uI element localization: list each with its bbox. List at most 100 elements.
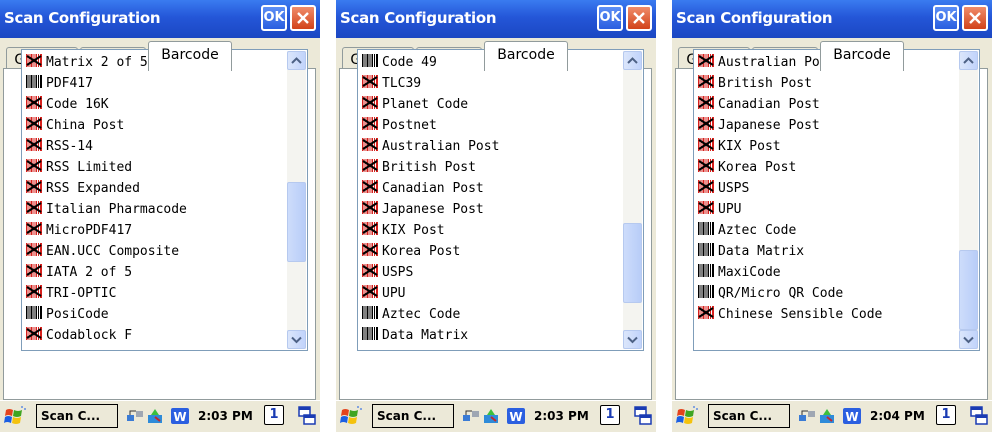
list-item[interactable]: Italian Pharmacode [25, 199, 283, 220]
window-switch-icon[interactable] [634, 406, 652, 430]
scroll-thumb[interactable] [959, 250, 978, 330]
input-panel-button[interactable]: 1 [936, 405, 956, 425]
windows-flag-icon [340, 406, 362, 424]
list-item[interactable]: RSS Expanded [25, 178, 283, 199]
vertical-scrollbar[interactable] [959, 51, 978, 349]
list-item[interactable]: Korea Post [361, 241, 619, 262]
scroll-up-button[interactable] [287, 51, 306, 70]
barcode-disabled-icon [361, 96, 382, 112]
start-button[interactable] [338, 405, 368, 429]
list-item[interactable]: Canadian Post [697, 94, 955, 115]
tab-barcode[interactable]: Barcode [820, 41, 904, 71]
vertical-scrollbar[interactable] [623, 51, 642, 349]
list-item[interactable]: MicroPDF417 [25, 220, 283, 241]
list-item[interactable]: Postnet [361, 115, 619, 136]
scroll-down-button[interactable] [623, 330, 642, 349]
close-button[interactable] [290, 5, 316, 31]
list-item-label: KIX Post [382, 223, 445, 238]
scroll-down-button[interactable] [959, 330, 978, 349]
window-switch-icon[interactable] [970, 406, 988, 430]
close-button[interactable] [626, 5, 652, 31]
list-item[interactable]: USPS [697, 178, 955, 199]
ok-button[interactable]: OK [933, 5, 959, 31]
list-item[interactable]: Codablock F [25, 325, 283, 346]
list-item[interactable]: RSS-14 [25, 136, 283, 157]
start-button[interactable] [674, 405, 704, 429]
scroll-up-button[interactable] [623, 51, 642, 70]
ok-button[interactable]: OK [597, 5, 623, 31]
barcode-enabled-icon [25, 306, 46, 322]
list-item[interactable]: Japanese Post [697, 115, 955, 136]
list-item[interactable]: Canadian Post [361, 178, 619, 199]
taskbar-app-button[interactable]: Scan C... [36, 404, 118, 428]
list-item[interactable]: Aztec Code [697, 220, 955, 241]
tab-barcode[interactable]: Barcode [484, 41, 568, 71]
list-item[interactable]: EAN.UCC Composite [25, 241, 283, 262]
barcode-list[interactable]: Australian Post British Post Canadian Post… [693, 49, 980, 351]
clock[interactable]: 2:03 PM [198, 409, 253, 423]
input-panel-button[interactable]: 1 [600, 405, 620, 425]
list-item[interactable]: UPU [361, 283, 619, 304]
list-item[interactable]: IATA 2 of 5 [25, 262, 283, 283]
list-item-label: EAN.UCC Composite [46, 244, 180, 259]
list-item[interactable]: Planet Code [361, 94, 619, 115]
clock[interactable]: 2:04 PM [870, 409, 925, 423]
word-icon[interactable]: W [170, 407, 190, 429]
list-item-label: Postnet [382, 118, 437, 133]
list-item[interactable]: Japanese Post [361, 199, 619, 220]
list-item[interactable]: TLC39 [361, 73, 619, 94]
sync-icon[interactable] [146, 407, 166, 429]
list-item[interactable]: Korea Post [697, 157, 955, 178]
list-item[interactable]: QR/Micro QR Code [697, 283, 955, 304]
word-icon[interactable]: W [506, 407, 526, 429]
list-item[interactable]: British Post [361, 157, 619, 178]
list-item[interactable]: UPU [697, 199, 955, 220]
list-item[interactable]: MaxiCode [697, 262, 955, 283]
barcode-disabled-icon [361, 243, 382, 259]
list-item[interactable]: USPS [361, 262, 619, 283]
network-icon[interactable] [462, 407, 480, 429]
list-item[interactable]: PosiCode [25, 304, 283, 325]
close-button[interactable] [962, 5, 988, 31]
clock[interactable]: 2:03 PM [534, 409, 589, 423]
list-item[interactable]: Chinese Sensible Code [697, 304, 955, 325]
scroll-thumb[interactable] [623, 223, 642, 303]
list-item[interactable]: KIX Post [697, 136, 955, 157]
network-icon[interactable] [126, 407, 144, 429]
taskbar-app-button[interactable]: Scan C... [372, 404, 454, 428]
list-item[interactable]: Aztec Code [361, 304, 619, 325]
scroll-down-button[interactable] [287, 330, 306, 349]
list-item[interactable]: China Post [25, 115, 283, 136]
start-button[interactable] [2, 405, 32, 429]
tab-barcode[interactable]: Barcode [148, 41, 232, 71]
list-item[interactable]: Australian Post [361, 136, 619, 157]
vertical-scrollbar[interactable] [287, 51, 306, 349]
barcode-disabled-icon [697, 180, 718, 196]
window-switch-icon[interactable] [298, 406, 316, 430]
sync-icon[interactable] [818, 407, 838, 429]
scroll-up-button[interactable] [959, 51, 978, 70]
ok-button[interactable]: OK [261, 5, 287, 31]
chevron-down-icon [291, 336, 302, 344]
chevron-down-icon [627, 336, 638, 344]
list-item[interactable]: British Post [697, 73, 955, 94]
network-icon[interactable] [798, 407, 816, 429]
barcode-disabled-icon [25, 180, 46, 196]
taskbar-app-button[interactable]: Scan C... [708, 404, 790, 428]
list-item[interactable]: PDF417 [25, 73, 283, 94]
sync-icon[interactable] [482, 407, 502, 429]
list-item[interactable]: Data Matrix [697, 241, 955, 262]
list-item[interactable]: RSS Limited [25, 157, 283, 178]
list-item[interactable]: TRI-OPTIC [25, 283, 283, 304]
barcode-list[interactable]: Code 49 TLC39 Planet Code Postnet Australian… [357, 49, 644, 351]
list-item[interactable]: Code 16K [25, 94, 283, 115]
list-item-label: RSS Expanded [46, 181, 140, 196]
scroll-thumb[interactable] [287, 182, 306, 262]
close-icon [633, 12, 645, 24]
input-panel-button[interactable]: 1 [264, 405, 284, 425]
list-item-label: IATA 2 of 5 [46, 265, 133, 280]
barcode-list[interactable]: Matrix 2 of 5 PDF417 Code 16K China Post RSS… [21, 49, 308, 351]
word-icon[interactable]: W [842, 407, 862, 429]
list-item[interactable]: KIX Post [361, 220, 619, 241]
list-item[interactable]: Data Matrix [361, 325, 619, 346]
